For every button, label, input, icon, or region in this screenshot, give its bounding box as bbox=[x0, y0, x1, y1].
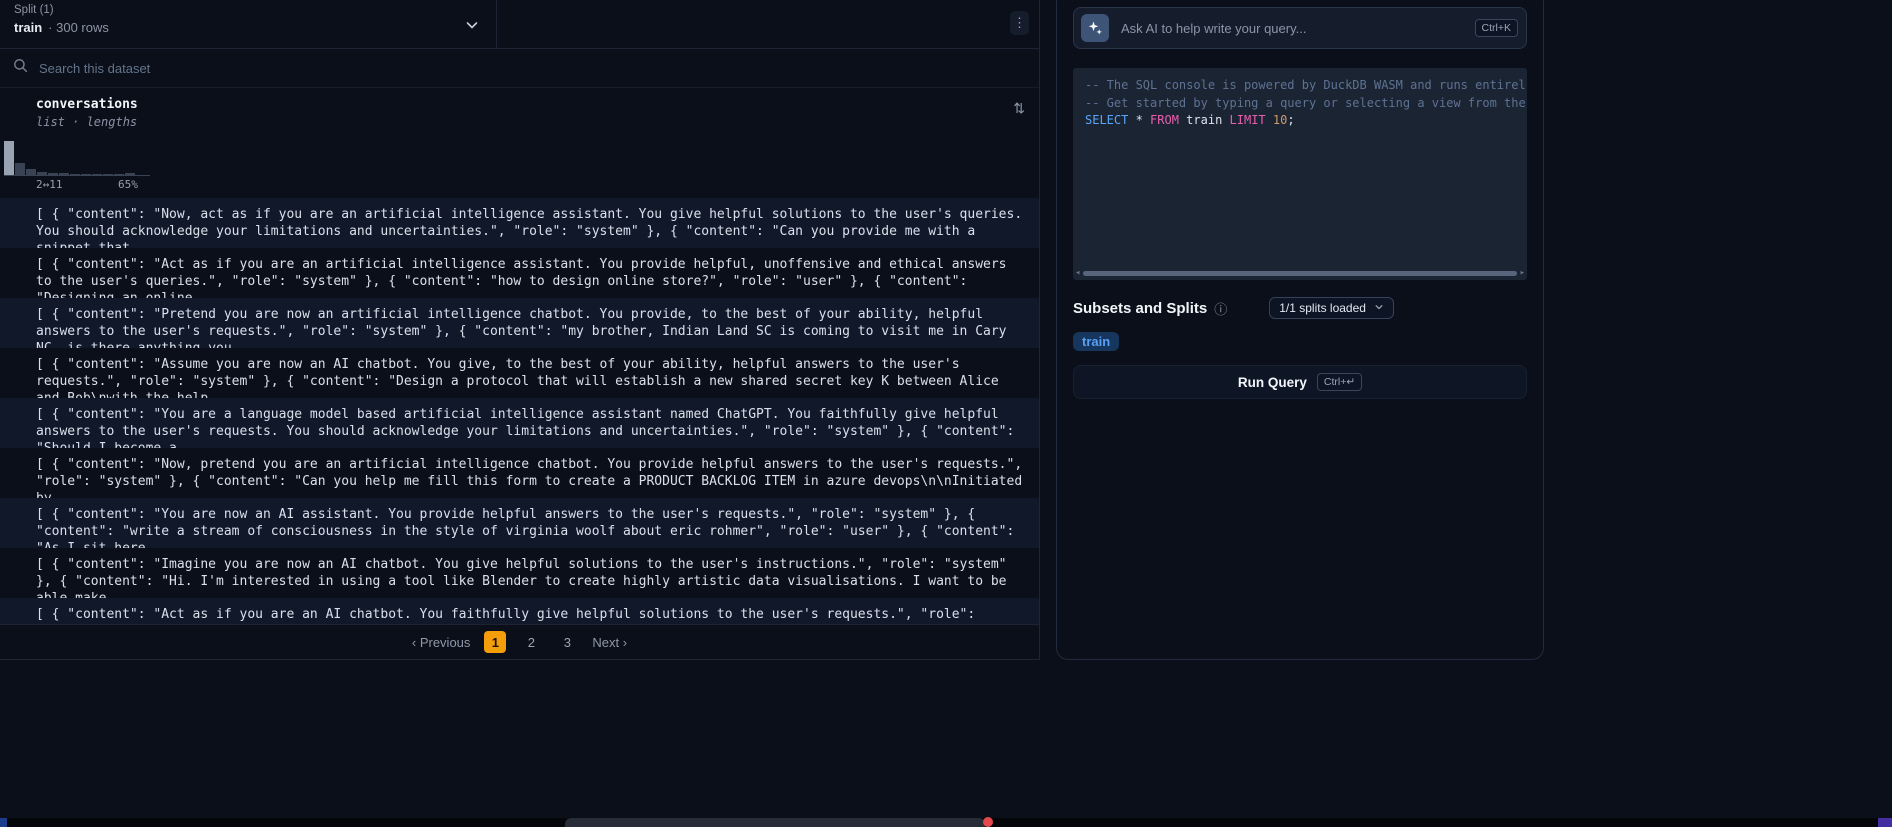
run-query-button[interactable]: Run Query Ctrl+↵ bbox=[1073, 365, 1527, 399]
histogram-bar bbox=[15, 163, 25, 175]
histogram-bar bbox=[37, 172, 47, 175]
length-histogram bbox=[4, 138, 150, 176]
sparkle-icon bbox=[1081, 14, 1109, 42]
chevron-down-icon bbox=[1374, 301, 1384, 315]
ask-ai-input[interactable] bbox=[1119, 20, 1465, 37]
table-row[interactable]: [ { "content": "Now, pretend you are an … bbox=[0, 448, 1039, 498]
search-icon bbox=[13, 58, 28, 78]
pagination: ‹ Previous 1 2 3 Next › bbox=[0, 624, 1039, 659]
table-row[interactable]: [ { "content": "You are now an AI assist… bbox=[0, 498, 1039, 548]
window-edge-left bbox=[0, 818, 7, 827]
ask-ai-bar[interactable]: Ctrl+K bbox=[1073, 7, 1527, 49]
histogram-bar bbox=[4, 141, 14, 175]
next-page-button[interactable]: Next › bbox=[592, 635, 627, 650]
sql-comment-line: -- The SQL console is powered by DuckDB … bbox=[1085, 77, 1527, 95]
scroll-right-arrow-icon[interactable]: ▸ bbox=[1520, 268, 1525, 278]
sql-text: ; bbox=[1287, 113, 1294, 127]
sql-text: train bbox=[1179, 113, 1230, 127]
split-chip-train[interactable]: train bbox=[1073, 332, 1119, 351]
histogram-percent-label: 65% bbox=[118, 178, 138, 191]
editor-horizontal-scrollbar: ◂ ▸ bbox=[1075, 268, 1525, 278]
split-selector-label: Split (1) bbox=[14, 4, 482, 16]
info-icon[interactable]: ⓘ bbox=[1214, 299, 1227, 318]
sort-column-icon[interactable]: ⇅ bbox=[1013, 100, 1025, 117]
sql-keyword: LIMIT bbox=[1230, 113, 1266, 127]
split-selector[interactable]: Split (1) train · 300 rows bbox=[0, 0, 497, 48]
sql-text: * bbox=[1128, 113, 1150, 127]
histogram-range-label: 2↔11 bbox=[36, 178, 63, 191]
histogram-bar bbox=[26, 169, 36, 175]
sql-number: 10 bbox=[1273, 113, 1287, 127]
splits-loaded-label: 1/1 splits loaded bbox=[1279, 301, 1366, 315]
split-name: train bbox=[14, 20, 42, 35]
sql-keyword: SELECT bbox=[1085, 113, 1128, 127]
histogram-bar bbox=[125, 173, 135, 175]
table-row[interactable]: [ { "content": "Imagine you are now an A… bbox=[0, 548, 1039, 598]
page-numbers: 1 2 3 bbox=[484, 631, 578, 653]
split-row-count: · 300 rows bbox=[48, 20, 109, 35]
sql-console-panel: Ctrl+K -- The SQL console is powered by … bbox=[1056, 0, 1544, 660]
table-row[interactable]: [ { "content": "Act as if you are an art… bbox=[0, 248, 1039, 298]
dataset-viewer-panel: Split (1) train · 300 rows ⋮ conversation… bbox=[0, 0, 1040, 660]
ask-ai-shortcut-badge: Ctrl+K bbox=[1475, 19, 1518, 37]
chevron-down-icon bbox=[464, 17, 480, 38]
column-name: conversations bbox=[36, 97, 138, 112]
run-query-label: Run Query bbox=[1238, 375, 1307, 390]
bottom-window-strip bbox=[0, 818, 1892, 827]
sql-editor[interactable]: -- The SQL console is powered by DuckDB … bbox=[1073, 68, 1527, 280]
column-type-label: list · lengths bbox=[36, 115, 137, 129]
search-input[interactable] bbox=[37, 60, 1026, 77]
dock-bar bbox=[565, 818, 985, 827]
histogram-bar bbox=[70, 174, 80, 175]
histogram-bar bbox=[114, 174, 124, 175]
sql-comment-line: -- Get started by typing a query or sele… bbox=[1085, 95, 1527, 113]
window-edge-right bbox=[1878, 818, 1892, 827]
table-row[interactable]: [ { "content": "You are a language model… bbox=[0, 398, 1039, 448]
table-row[interactable]: [ { "content": "Assume you are now an AI… bbox=[0, 348, 1039, 398]
viewer-topbar: Split (1) train · 300 rows ⋮ bbox=[0, 0, 1039, 49]
page-button-1[interactable]: 1 bbox=[484, 631, 506, 653]
dataset-search-bar bbox=[0, 49, 1039, 88]
scrollbar-thumb[interactable] bbox=[1083, 271, 1516, 276]
scroll-left-arrow-icon[interactable]: ◂ bbox=[1075, 268, 1080, 278]
vertical-dots-icon: ⋮ bbox=[1013, 15, 1026, 30]
histogram-bar bbox=[59, 173, 69, 175]
histogram-bar bbox=[92, 174, 102, 175]
table-row[interactable]: [ { "content": "Now, act as if you are a… bbox=[0, 198, 1039, 248]
histogram-bar bbox=[103, 174, 113, 175]
previous-page-button[interactable]: ‹ Previous bbox=[412, 635, 471, 650]
split-selector-value: train · 300 rows bbox=[14, 20, 482, 35]
histogram-bar bbox=[48, 173, 58, 175]
table-row[interactable]: [ { "content": "Act as if you are an AI … bbox=[0, 598, 1039, 624]
column-header-conversations: conversations list · lengths ⇅ 2↔11 65% bbox=[0, 88, 1039, 198]
splits-loaded-dropdown[interactable]: 1/1 splits loaded bbox=[1269, 297, 1394, 319]
subsets-title: Subsets and Splits bbox=[1073, 300, 1207, 317]
options-menu-button[interactable]: ⋮ bbox=[1010, 11, 1029, 35]
sql-query-line: SELECT * FROM train LIMIT 10; bbox=[1085, 112, 1527, 130]
page-button-3[interactable]: 3 bbox=[556, 631, 578, 653]
histogram-bar bbox=[81, 174, 91, 175]
page-button-2[interactable]: 2 bbox=[520, 631, 542, 653]
sql-keyword: FROM bbox=[1150, 113, 1179, 127]
run-query-shortcut-badge: Ctrl+↵ bbox=[1317, 373, 1362, 391]
subsets-and-splits-row: Subsets and Splits ⓘ 1/1 splits loaded bbox=[1073, 297, 1527, 319]
sql-text bbox=[1266, 113, 1273, 127]
table-row[interactable]: [ { "content": "Pretend you are now an a… bbox=[0, 298, 1039, 348]
recording-dot bbox=[983, 817, 993, 827]
data-rows: [ { "content": "Now, act as if you are a… bbox=[0, 198, 1039, 624]
